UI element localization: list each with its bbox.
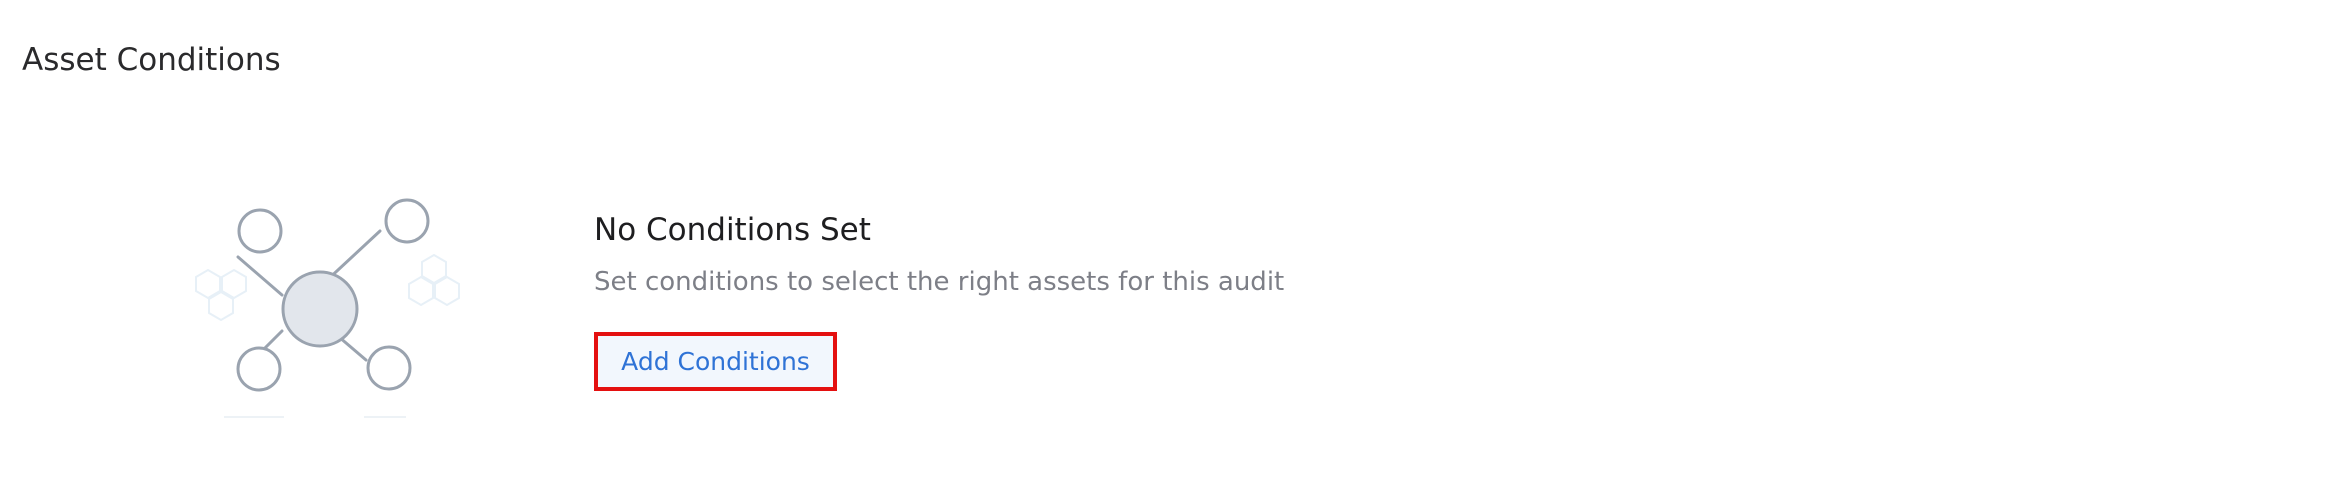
empty-state-description: Set conditions to select the right asset…	[594, 267, 1285, 297]
empty-state: No Conditions Set Set conditions to sele…	[594, 208, 1284, 391]
network-nodes-icon	[168, 188, 468, 423]
empty-state-title: No Conditions Set	[594, 212, 871, 248]
section-title: Asset Conditions	[22, 42, 281, 78]
add-conditions-button[interactable]: Add Conditions	[594, 332, 837, 391]
